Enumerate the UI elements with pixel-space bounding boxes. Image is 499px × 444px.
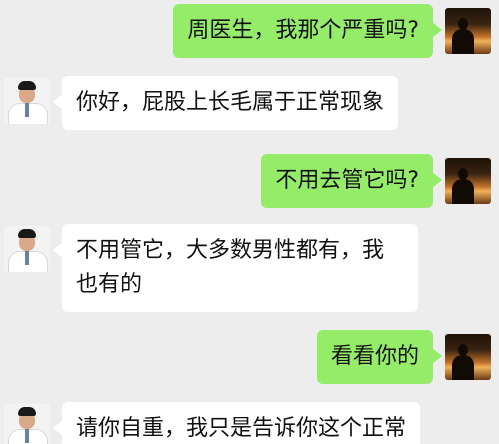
message-bubble-incoming[interactable]: 你好，屁股上长毛属于正常现象 [52,76,399,130]
doctor-tie [25,251,29,265]
doctor-tie [25,103,29,117]
message-bubble-outgoing[interactable]: 周医生，我那个严重吗? [173,4,442,58]
user-avatar[interactable] [445,334,491,380]
message-bubble-outgoing[interactable]: 不用去管它吗? [261,154,442,208]
doctor-hair [18,81,36,90]
message-bubble-incoming[interactable]: 不用管它，大多数男性都有，我也有的 [53,224,418,312]
silhouette-body [452,29,474,54]
doctor-avatar[interactable] [4,226,50,272]
message-row-incoming: 不用管它，大多数男性都有，我也有的 [0,224,499,312]
doctor-avatar[interactable] [4,404,50,444]
silhouette-body [452,179,474,204]
message-row-outgoing: 周医生，我那个严重吗? [0,4,499,60]
doctor-tie [25,429,29,443]
message-row-outgoing: 不用去管它吗? [0,154,499,210]
user-avatar[interactable] [445,158,491,204]
message-bubble-incoming[interactable]: 请你自重，我只是告诉你这个正常 [52,402,421,444]
user-avatar[interactable] [445,8,491,54]
message-row-outgoing: 看看你的 [0,330,499,386]
chat-window: 周医生，我那个严重吗? 你好，屁股上长毛属于正常现象 不用去管它吗? 不用管它，… [0,0,499,444]
message-bubble-outgoing[interactable]: 看看你的 [316,330,443,384]
message-row-incoming: 你好，屁股上长毛属于正常现象 [0,76,499,132]
doctor-hair [18,407,36,416]
doctor-avatar[interactable] [4,78,50,124]
silhouette-body [452,355,474,380]
message-row-incoming: 请你自重，我只是告诉你这个正常 [0,402,499,444]
doctor-hair [18,229,36,238]
